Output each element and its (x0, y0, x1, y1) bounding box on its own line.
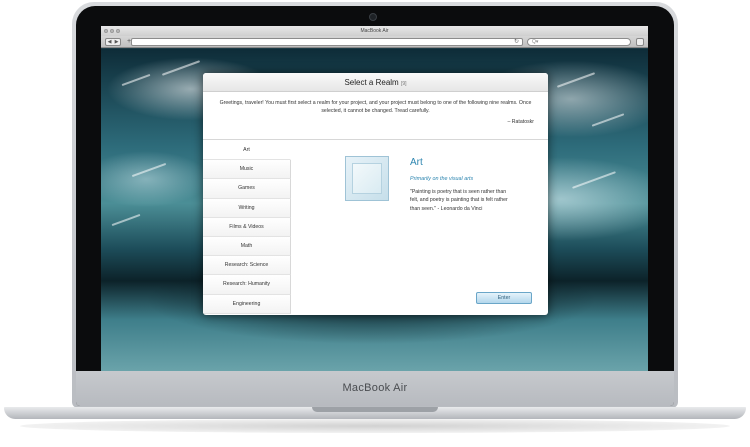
laptop-shadow (20, 419, 730, 433)
close-window-button[interactable] (104, 29, 108, 33)
intro-signature: – Ratatoskr (507, 119, 534, 125)
zoom-window-button[interactable] (116, 29, 120, 33)
realm-title: Art (410, 157, 423, 168)
realm-item-research-humanity[interactable]: Research: Humanity (203, 275, 291, 295)
realm-quote: "Painting is poetry that is seen rather … (410, 189, 508, 212)
realm-detail-panel: Art Primarily on the visual arts "Painti… (291, 140, 548, 315)
realm-item-research-science[interactable]: Research: Science (203, 256, 291, 276)
realm-item-music[interactable]: Music (203, 160, 291, 180)
device-brand-label: MacBook Air (342, 382, 408, 394)
realm-item-engineering[interactable]: Engineering (203, 294, 291, 314)
enter-button[interactable]: Enter (476, 292, 532, 304)
wave-stroke (161, 60, 201, 76)
wave-stroke (131, 162, 167, 178)
realm-item-art[interactable]: Art (203, 141, 291, 161)
realm-item-math[interactable]: Math (203, 236, 291, 257)
reload-icon[interactable]: ↻ (514, 38, 519, 45)
realm-image (345, 156, 389, 201)
realm-count: [9] (400, 81, 407, 87)
browser-titlebar: MacBook Air (101, 26, 648, 36)
lid-notch (312, 407, 438, 412)
realm-item-games[interactable]: Games (203, 179, 291, 199)
wave-stroke (111, 213, 141, 227)
dialog-title: Select a Realm (344, 78, 399, 87)
realm-item-writing[interactable]: Writing (203, 198, 291, 218)
wave-stroke (121, 73, 151, 87)
wave-stroke (572, 171, 616, 189)
window-controls (104, 29, 120, 33)
nav-buttons: ◀ ▶ (105, 38, 121, 46)
laptop-mockup: MacBook Air ◀ ▶ + ↻ Q▾ Select a Realm [9… (0, 0, 750, 447)
select-realm-dialog: Select a Realm [9] Greetings, traveler! … (203, 73, 548, 315)
forward-button[interactable]: ▶ (113, 39, 120, 45)
intro-text: Greetings, traveler! You must first sele… (219, 100, 532, 114)
dialog-header: Select a Realm [9] (203, 73, 548, 92)
realm-item-films-videos[interactable]: Films & Videos (203, 217, 291, 237)
window-title: MacBook Air (360, 28, 389, 34)
camera-icon (369, 13, 377, 21)
settings-button[interactable] (636, 38, 644, 46)
screen: MacBook Air ◀ ▶ + ↻ Q▾ Select a Realm [9… (101, 26, 648, 371)
realm-list: Art Music Games Writing Films & Videos M… (203, 141, 291, 314)
wave-stroke (591, 113, 625, 127)
browser-toolbar: ◀ ▶ + ↻ Q▾ (101, 36, 648, 48)
frame-icon (352, 163, 382, 194)
realm-subtitle: Primarily on the visual arts (410, 176, 474, 182)
back-button[interactable]: ◀ (106, 39, 113, 45)
minimize-window-button[interactable] (110, 29, 114, 33)
wave-stroke (556, 72, 596, 88)
search-field[interactable]: Q▾ (527, 38, 631, 46)
address-bar[interactable]: ↻ (131, 38, 523, 46)
